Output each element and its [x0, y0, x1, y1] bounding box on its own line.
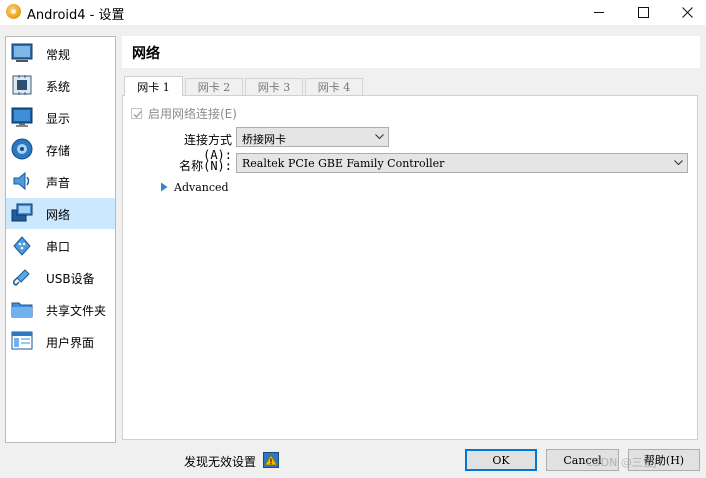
page-title: 网络: [132, 46, 160, 62]
checkmark-icon: [133, 110, 142, 118]
adapter-name-label: 名称(N):: [179, 159, 232, 173]
sidebar-item-general[interactable]: 常规: [6, 38, 115, 69]
watermark: CSDN @三金JT: [586, 456, 664, 469]
chevron-down-icon: [674, 160, 683, 166]
settings-window: Android4 - 设置 常规 系统 显示 存储 声音 网络 串口 USB设备…: [0, 0, 706, 478]
usb-icon: [13, 269, 30, 286]
close-button[interactable]: [664, 0, 706, 25]
minimize-button[interactable]: [576, 0, 622, 25]
advanced-expander[interactable]: Advanced: [160, 180, 229, 194]
enable-adapter-label: 启用网络连接(E): [148, 106, 237, 121]
sidebar-item-label: USB设备: [46, 272, 95, 286]
user-interface-icon: [11, 331, 33, 350]
general-icon: [11, 43, 33, 62]
chevron-down-icon: [375, 134, 384, 140]
sidebar-item-network[interactable]: 网络: [6, 198, 115, 229]
invalid-settings-text: 发现无效设置: [184, 455, 257, 469]
sidebar-item-user-interface[interactable]: 用户界面: [6, 326, 115, 357]
display-icon: [11, 107, 33, 127]
sidebar-item-audio[interactable]: 声音: [6, 166, 115, 197]
sidebar-item-display[interactable]: 显示: [6, 102, 115, 133]
sidebar-item-label: 串口: [46, 240, 71, 254]
ok-button[interactable]: OK: [465, 449, 537, 471]
sidebar-item-label: 声音: [46, 176, 71, 190]
storage-icon: [11, 138, 33, 160]
sidebar-item-label: 显示: [46, 112, 71, 126]
enable-adapter-checkbox[interactable]: [131, 107, 142, 119]
sidebar-item-label: 网络: [46, 208, 71, 222]
close-icon: [681, 7, 693, 18]
tab-adapter-1[interactable]: 网卡 1: [124, 76, 183, 96]
sidebar-item-shared-folders[interactable]: 共享文件夹: [6, 294, 115, 325]
sidebar-item-serial-ports[interactable]: 串口: [6, 230, 115, 261]
title-bar: Android4 - 设置: [0, 0, 706, 25]
virtualbox-app-icon: [6, 4, 21, 19]
sidebar-item-label: 用户界面: [46, 336, 95, 350]
triangle-right-icon: [161, 182, 168, 192]
sidebar-item-label: 常规: [46, 48, 71, 62]
tab-adapter-2[interactable]: 网卡 2: [185, 78, 243, 95]
system-icon: [12, 75, 32, 95]
audio-icon: [13, 171, 30, 191]
sidebar-item-usb[interactable]: USB设备: [6, 262, 115, 293]
attached-to-value: 桥接网卡: [242, 133, 286, 146]
attached-to-select[interactable]: 桥接网卡: [236, 127, 389, 147]
adapter-name-value: Realtek PCIe GBE Family Controller: [242, 157, 445, 170]
warning-icon[interactable]: [263, 452, 279, 468]
sidebar-item-system[interactable]: 系统: [6, 70, 115, 101]
enable-adapter-row: 启用网络连接(E): [131, 105, 237, 121]
shared-folder-icon: [11, 302, 33, 318]
serial-port-icon: [13, 236, 31, 256]
sidebar-item-label: 共享文件夹: [46, 304, 107, 318]
minimize-icon: [594, 12, 604, 13]
maximize-button[interactable]: [620, 0, 666, 25]
sidebar-item-label: 系统: [46, 80, 71, 94]
page-header: 网络: [122, 36, 700, 68]
advanced-label: Advanced: [174, 180, 229, 194]
window-title: Android4 - 设置: [27, 8, 125, 23]
adapter-name-select[interactable]: Realtek PCIe GBE Family Controller: [236, 153, 688, 173]
tab-adapter-4[interactable]: 网卡 4: [305, 78, 363, 95]
maximize-icon: [637, 7, 649, 18]
sidebar-item-storage[interactable]: 存储: [6, 134, 115, 165]
tab-adapter-3[interactable]: 网卡 3: [245, 78, 303, 95]
network-icon: [11, 203, 33, 222]
settings-sidebar: 常规 系统 显示 存储 声音 网络 串口 USB设备 共享文件夹 用户界面: [5, 36, 116, 443]
sidebar-item-label: 存储: [46, 144, 71, 158]
